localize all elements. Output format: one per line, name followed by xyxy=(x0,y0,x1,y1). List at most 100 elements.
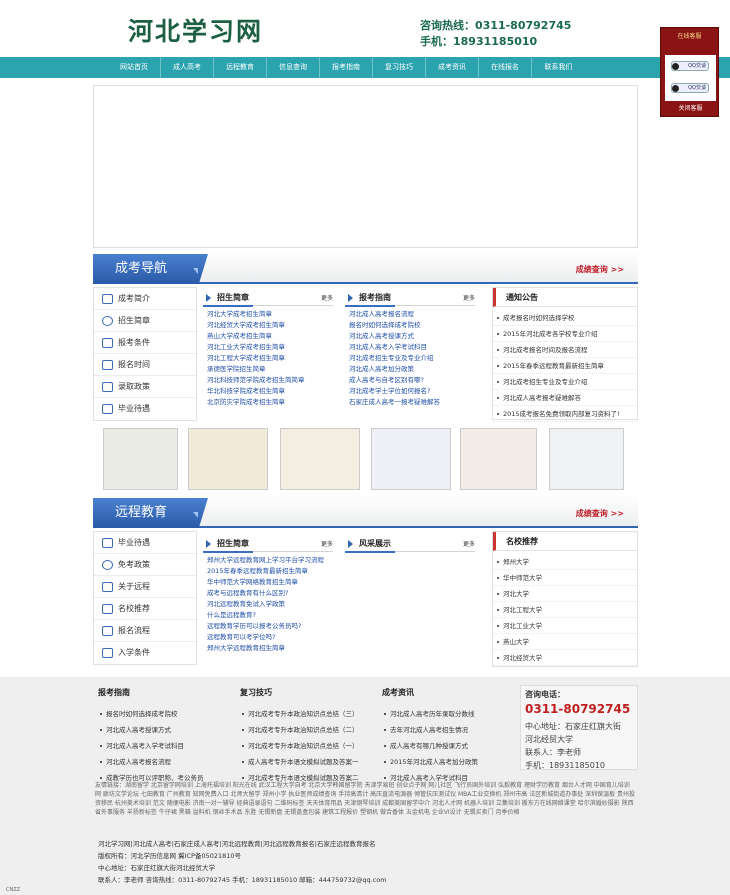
nav-info-query[interactable]: 信息查询 xyxy=(267,57,320,78)
school-recommend-box: 名校推荐 郑州大学 华中师范大学 河北大学 河北工程大学 河北工业大学 燕山大学 河北经贸大… xyxy=(492,531,638,667)
list-item[interactable]: 河北经贸大学成考招生简章 xyxy=(203,320,333,331)
score-query-link[interactable]: 成绩查询 >> xyxy=(576,508,624,519)
certificate-image[interactable] xyxy=(549,428,624,490)
list-item[interactable]: 郑州大学远程教育招生简章 xyxy=(203,643,333,654)
more-link[interactable]: 更多 xyxy=(321,539,333,548)
sidebar-item[interactable]: 成考简介 xyxy=(94,288,196,310)
list-item[interactable]: 河北远程教育免试入学政策 xyxy=(203,599,333,610)
list-item[interactable]: 华北科技学院成考招生简章 xyxy=(203,386,333,397)
list-item[interactable]: 2015年春季远程教育最新招生简章 xyxy=(203,566,333,577)
nav-exam-guide[interactable]: 报考指南 xyxy=(320,57,373,78)
qq-chat-button-2[interactable]: QQ交谈 xyxy=(671,83,709,93)
list-item[interactable]: 河北成考招生专业及专业介绍 xyxy=(345,353,475,364)
list-item[interactable]: 河北经贸大学 xyxy=(493,650,637,666)
list-item[interactable]: 北京防灾学院成考招生简章 xyxy=(203,397,333,408)
list-item[interactable]: 成考与远程教育有什么区别? xyxy=(203,588,333,599)
list-item[interactable]: 河北成人高考报名流程 xyxy=(345,309,475,320)
showcase-column: 风采展示 更多 xyxy=(345,536,475,553)
list-item[interactable]: 河北成人高考入学考试科目 xyxy=(345,342,475,353)
list-item[interactable]: 河北成人高考报名流程 xyxy=(98,754,233,770)
list-item[interactable]: 报名时如何选择成考院校 xyxy=(345,320,475,331)
site-logo[interactable]: 河北学习网 xyxy=(128,12,263,48)
list-item[interactable]: 成考报名时如何选择学校 xyxy=(493,310,637,326)
arrow-icon xyxy=(348,294,353,302)
list-item[interactable]: 河北大学 xyxy=(493,586,637,602)
list-item[interactable]: 郑州大学 xyxy=(493,554,637,570)
list-item[interactable]: 承德医学院招生简章 xyxy=(203,364,333,375)
list-item[interactable]: 河北成考报名时间及报名流程 xyxy=(493,342,637,358)
nav-adult-exam[interactable]: 成人高考 xyxy=(161,57,214,78)
list-item[interactable]: 什么是远程教育? xyxy=(203,610,333,621)
certificate-image[interactable] xyxy=(371,428,451,490)
sidebar-item[interactable]: 招生简章 xyxy=(94,310,196,332)
more-link[interactable]: 更多 xyxy=(463,539,475,548)
list-item[interactable]: 河北成考专升本政治知识点总结（三） xyxy=(240,706,375,722)
list-item[interactable]: 去年河北成人高考招生情况 xyxy=(382,722,517,738)
list-item[interactable]: 远程教育学历可以报考公务员吗? xyxy=(203,621,333,632)
list-item[interactable]: 河北工程大学成考招生简章 xyxy=(203,353,333,364)
certificate-image[interactable] xyxy=(460,428,537,490)
list-item[interactable]: 华中师范大学 xyxy=(493,570,637,586)
column-title: 招生简章 xyxy=(217,539,249,548)
list-item[interactable]: 河北工程大学 xyxy=(493,602,637,618)
list-item[interactable]: 河北成人高考加分政策 xyxy=(345,364,475,375)
list-item[interactable]: 2015年春季远程教育最新招生简章 xyxy=(493,358,637,374)
list-item[interactable]: 河北成考专升本政治知识点总结（二） xyxy=(240,722,375,738)
section-title: 远程教育 xyxy=(93,498,208,528)
sidebar-item[interactable]: 报名时间 xyxy=(94,354,196,376)
certificate-image[interactable] xyxy=(280,428,360,490)
list-item[interactable]: 报名时如何选择成考院校 xyxy=(98,706,233,722)
list-item[interactable]: 成人高考专升本语文模拟试题及答案一 xyxy=(240,754,375,770)
sidebar-item[interactable]: 毕业待遇 xyxy=(94,398,196,420)
friend-links[interactable]: 友情链接：湖南留学 北京留学网培训 上海托福培训 阳光在线 武汉工程大学自考 北… xyxy=(95,781,635,817)
close-service-button[interactable]: 关闭客服 xyxy=(661,103,720,112)
list-item[interactable]: 河北成人高考授课方式 xyxy=(345,331,475,342)
certificate-image[interactable] xyxy=(188,428,268,490)
calendar-icon xyxy=(102,360,113,370)
list-item[interactable]: 河北成人高考报考疑难解答 xyxy=(493,390,637,406)
stats-badge[interactable]: CNZZ xyxy=(6,887,20,893)
sidebar-item[interactable]: 报考条件 xyxy=(94,332,196,354)
nav-news[interactable]: 成考资讯 xyxy=(426,57,479,78)
list-item[interactable]: 2015年河北成考各学校专业介绍 xyxy=(493,326,637,342)
list-item[interactable]: 成人高考有哪几种授课方式 xyxy=(382,738,517,754)
list-item[interactable]: 河北成考学士学位如何报名? xyxy=(345,386,475,397)
nav-distance-edu[interactable]: 远程教育 xyxy=(214,57,267,78)
list-item[interactable]: 成人高考与自考区别有哪? xyxy=(345,375,475,386)
sidebar-item[interactable]: 入学条件 xyxy=(94,642,196,664)
list-item[interactable]: 2015成考报名免费领取内部复习资料了! xyxy=(493,406,637,422)
nav-home[interactable]: 网站首页 xyxy=(108,57,161,78)
list-item[interactable]: 石家庄成人高考一报考疑难解答 xyxy=(345,397,475,408)
list-item[interactable]: 郑州大学远程教育网上学习平台学习流程 xyxy=(203,555,333,566)
list-item[interactable]: 河北工业大学成考招生简章 xyxy=(203,342,333,353)
certificate-image[interactable] xyxy=(103,428,178,490)
nav-review-tips[interactable]: 复习技巧 xyxy=(373,57,426,78)
list-item[interactable]: 远程教育可以考学位吗? xyxy=(203,632,333,643)
sidebar-item[interactable]: 录取政策 xyxy=(94,376,196,398)
list-item[interactable]: 燕山大学 xyxy=(493,634,637,650)
score-query-link[interactable]: 成绩查询 >> xyxy=(576,264,624,275)
list-item[interactable]: 2015年河北成人高考加分政策 xyxy=(382,754,517,770)
list-item[interactable]: 河北大学成考招生简章 xyxy=(203,309,333,320)
sidebar-item[interactable]: 名校推荐 xyxy=(94,598,196,620)
list-item[interactable]: 燕山大学成考招生简章 xyxy=(203,331,333,342)
sidebar-item[interactable]: 毕业待遇 xyxy=(94,532,196,554)
more-link[interactable]: 更多 xyxy=(321,293,333,302)
list-item[interactable]: 河北成人高考历年录取分数线 xyxy=(382,706,517,722)
list-item[interactable]: 河北成人高考入学考试科目 xyxy=(98,738,233,754)
nav-contact[interactable]: 联系我们 xyxy=(532,57,585,78)
list-item[interactable]: 河北成考招生专业及专业介绍 xyxy=(493,374,637,390)
sidebar-item[interactable]: 报名流程 xyxy=(94,620,196,642)
list-item[interactable]: 河北工业大学 xyxy=(493,618,637,634)
list-item[interactable]: 河北科技师范学院成考招生简简章 xyxy=(203,375,333,386)
qq-chat-button-1[interactable]: QQ交谈 xyxy=(671,61,709,71)
sidebar-item[interactable]: 免考政策 xyxy=(94,554,196,576)
list-item[interactable]: 河北成人高考授课方式 xyxy=(98,722,233,738)
footer-col-title: 报考指南 xyxy=(98,688,130,697)
list-item[interactable]: 华中师范大学网络教育招生简章 xyxy=(203,577,333,588)
more-link[interactable]: 更多 xyxy=(463,293,475,302)
sidebar-item[interactable]: 关于远程 xyxy=(94,576,196,598)
list-item[interactable]: 河北成考专升本政治知识点总结（一） xyxy=(240,738,375,754)
column-title: 报考指南 xyxy=(359,293,391,302)
nav-online-signup[interactable]: 在线报名 xyxy=(479,57,532,78)
